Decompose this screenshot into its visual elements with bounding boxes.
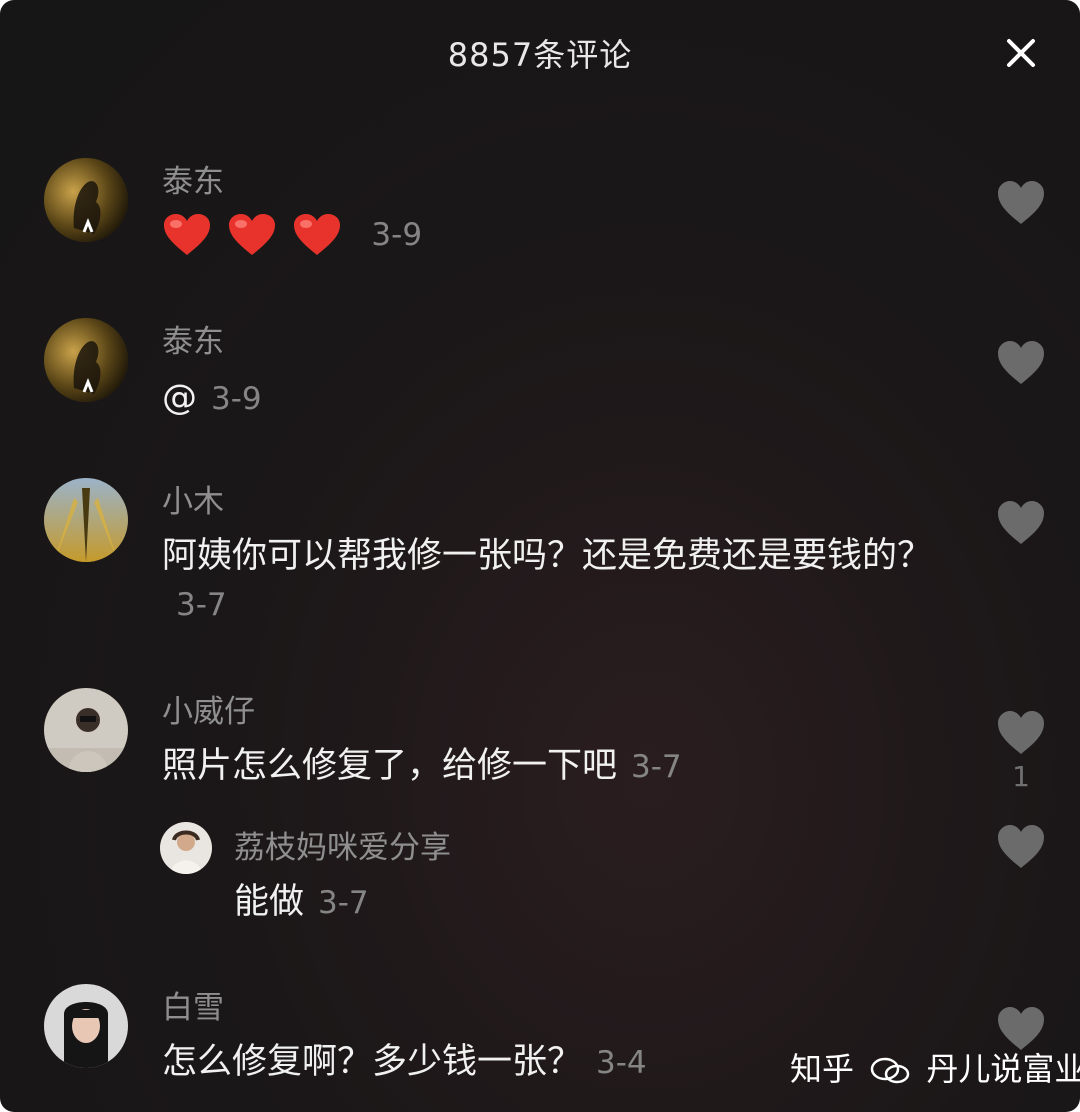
comment-username[interactable]: 泰东 (162, 324, 224, 360)
comment-body: 照片怎么修复了，给修一下吧 (162, 746, 618, 786)
comment-date: 3-7 (318, 885, 369, 921)
comment-text: 能做 3-7 (234, 878, 934, 927)
comment-date: 3-4 (596, 1045, 647, 1081)
comment-body: 怎么修复啊？多少钱一张？ (162, 1042, 583, 1082)
comment-body: 阿姨你可以帮我修一张吗？还是免费还是要钱的？ (162, 536, 933, 576)
comment-text: 照片怎么修复了，给修一下吧 3-7 (162, 742, 962, 791)
avatar[interactable] (44, 688, 128, 772)
like-count: 1 (1012, 760, 1030, 793)
close-icon[interactable] (1004, 36, 1038, 70)
comment-text: 阿姨你可以帮我修一张吗？还是免费还是要钱的？ 3-7 (162, 532, 952, 629)
avatar[interactable] (44, 158, 128, 242)
comment-date: 3-7 (631, 749, 682, 785)
red-heart-emoji (229, 214, 276, 255)
comment-text: @3-9 (162, 374, 962, 423)
emoji-heart (162, 214, 357, 255)
comment-text: 3-9 (162, 210, 962, 259)
wechat-icon (870, 1057, 910, 1084)
comment-username[interactable]: 泰东 (162, 164, 224, 200)
avatar[interactable] (44, 478, 128, 562)
comment-date: 3-7 (176, 587, 227, 623)
comment-username[interactable]: 小木 (162, 484, 224, 520)
watermark-right: 丹儿说富业 (926, 1050, 1080, 1088)
comment-username[interactable]: 小威仔 (162, 694, 255, 730)
comment-body: @ (162, 378, 197, 418)
comment-body: 能做 (234, 882, 305, 922)
comment-count-title: 8857条评论 (447, 36, 633, 74)
avatar[interactable] (44, 984, 128, 1068)
heart-icon[interactable] (996, 824, 1046, 870)
comment-username[interactable]: 白雪 (162, 990, 224, 1026)
comment-date: 3-9 (371, 217, 423, 253)
avatar[interactable] (160, 822, 212, 874)
heart-icon[interactable] (996, 180, 1046, 226)
comment-date: 3-9 (211, 381, 262, 417)
heart-icon[interactable] (996, 340, 1046, 386)
watermark: 知乎 丹儿说富业 (790, 1044, 1080, 1090)
red-heart-emoji (294, 214, 341, 255)
heart-icon[interactable] (996, 710, 1046, 756)
heart-icon[interactable] (996, 500, 1046, 546)
watermark-left: 知乎 (790, 1050, 855, 1088)
comments-panel: 8857条评论 泰东 3-9 泰东 @ 3-9 小木 阿姨你可以帮我修一张吗？还… (0, 0, 1080, 1112)
comment-username[interactable]: 荔枝妈咪爱分享 (234, 830, 451, 866)
red-heart-emoji (164, 214, 210, 255)
avatar[interactable] (44, 318, 128, 402)
